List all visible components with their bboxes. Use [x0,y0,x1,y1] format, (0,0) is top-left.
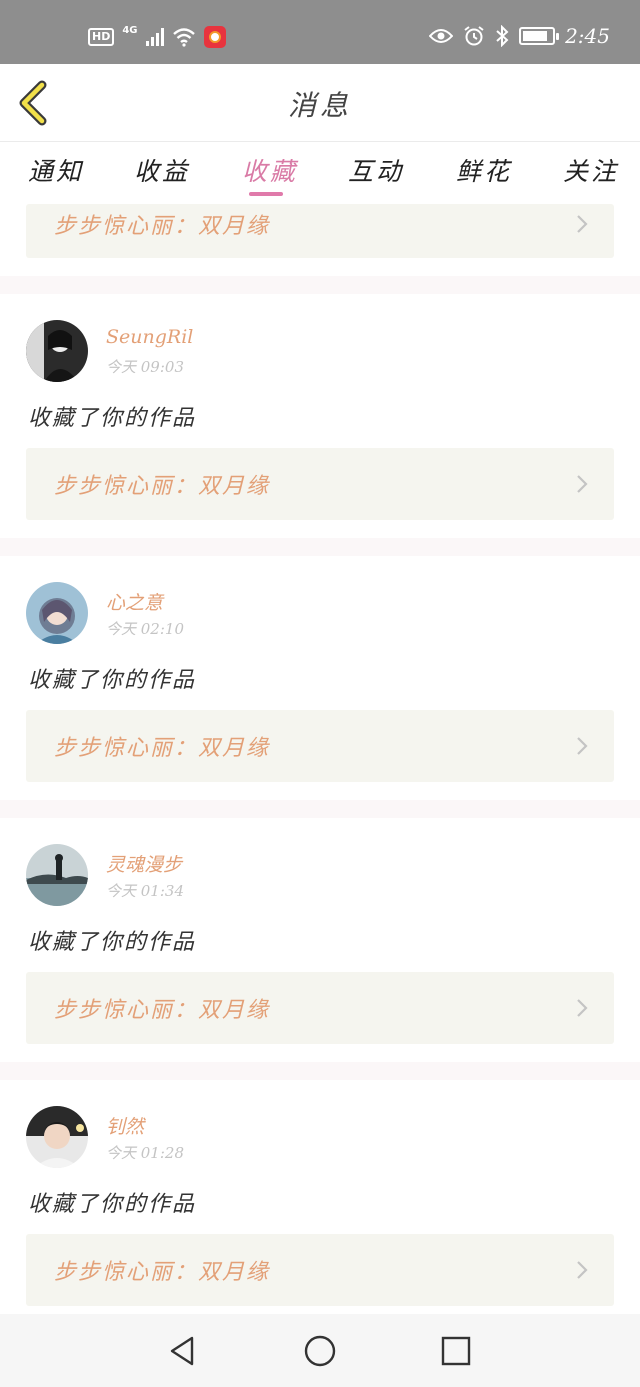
user-name[interactable]: SeungRil [106,326,193,348]
home-circle-icon[interactable] [303,1334,337,1368]
work-link[interactable]: 步步惊心丽：双月缘 [26,204,614,258]
user-name[interactable]: 钊然 [106,1112,144,1139]
work-title: 步步惊心丽：双月缘 [54,998,271,1023]
avatar[interactable] [26,844,88,906]
activity-text: 收藏了你的作品 [28,1192,197,1217]
status-bar-right: 2:45 [429,24,610,48]
battery-icon [519,27,560,45]
clock-time: 2:45 [565,24,610,48]
user-name[interactable]: 灵魂漫步 [106,850,182,877]
network-type-label: 4G [122,24,138,36]
list-item: 钊然 今天 01:28 收藏了你的作品 步步惊心丽：双月缘 [0,1080,640,1314]
page-title: 消息 [287,89,352,122]
list-item: 步步惊心丽：双月缘 [0,204,640,276]
work-title: 步步惊心丽：双月缘 [54,214,271,239]
chevron-right-icon [577,737,588,755]
app-header: 消息 [0,64,640,142]
chevron-right-icon [577,475,588,493]
work-link[interactable]: 步步惊心丽：双月缘 [26,448,614,520]
tab-interactions[interactable]: 互动 [348,152,404,188]
alarm-icon [464,26,484,46]
work-title: 步步惊心丽：双月缘 [54,474,271,499]
divider [0,538,640,556]
avatar[interactable] [26,320,88,382]
avatar[interactable] [26,1106,88,1168]
chevron-right-icon [577,999,588,1017]
status-bar-left: HD 4G [88,24,226,48]
tab-follows[interactable]: 关注 [563,152,619,188]
chevron-right-icon [577,1261,588,1279]
category-tabs: 通知 收益 收藏 互动 鲜花 关注 [0,142,640,204]
avatar[interactable] [26,582,88,644]
work-title: 步步惊心丽：双月缘 [54,736,271,761]
tab-earnings[interactable]: 收益 [134,152,190,188]
user-name[interactable]: 心之意 [106,588,163,615]
system-nav-bar [0,1314,640,1387]
tab-flowers[interactable]: 鲜花 [456,152,512,188]
list-item: SeungRil 今天 09:03 收藏了你的作品 步步惊心丽：双月缘 [0,294,640,538]
favorites-feed[interactable]: 步步惊心丽：双月缘 SeungRil 今天 09:03 收藏了你的作品 步步惊心… [0,204,640,1314]
app-notification-icon [203,26,226,48]
hd-icon: HD [88,28,115,46]
recents-square-icon[interactable] [439,1334,473,1368]
status-bar: HD 4G 2:45 [0,0,640,64]
eye-icon [429,29,454,43]
chevron-right-icon [577,215,588,233]
divider [0,276,640,294]
active-tab-indicator [249,192,283,196]
divider [0,1062,640,1080]
work-link[interactable]: 步步惊心丽：双月缘 [26,1234,614,1306]
back-triangle-icon[interactable] [166,1334,200,1368]
wifi-icon [172,28,195,47]
tab-favorites[interactable]: 收藏 [242,152,298,188]
bluetooth-icon [496,25,509,47]
timestamp: 今天 02:10 [106,620,184,638]
battery-fill [523,31,548,41]
work-link[interactable]: 步步惊心丽：双月缘 [26,972,614,1044]
work-link[interactable]: 步步惊心丽：双月缘 [26,710,614,782]
timestamp: 今天 09:03 [106,358,184,376]
work-title: 步步惊心丽：双月缘 [54,1260,271,1285]
signal-icon [145,28,164,46]
timestamp: 今天 01:28 [106,1144,184,1162]
timestamp: 今天 01:34 [106,882,184,900]
list-item: 心之意 今天 02:10 收藏了你的作品 步步惊心丽：双月缘 [0,556,640,800]
tab-notifications[interactable]: 通知 [28,152,84,188]
activity-text: 收藏了你的作品 [28,668,197,693]
activity-text: 收藏了你的作品 [28,406,197,431]
activity-text: 收藏了你的作品 [28,930,197,955]
divider [0,800,640,818]
list-item: 灵魂漫步 今天 01:34 收藏了你的作品 步步惊心丽：双月缘 [0,818,640,1062]
